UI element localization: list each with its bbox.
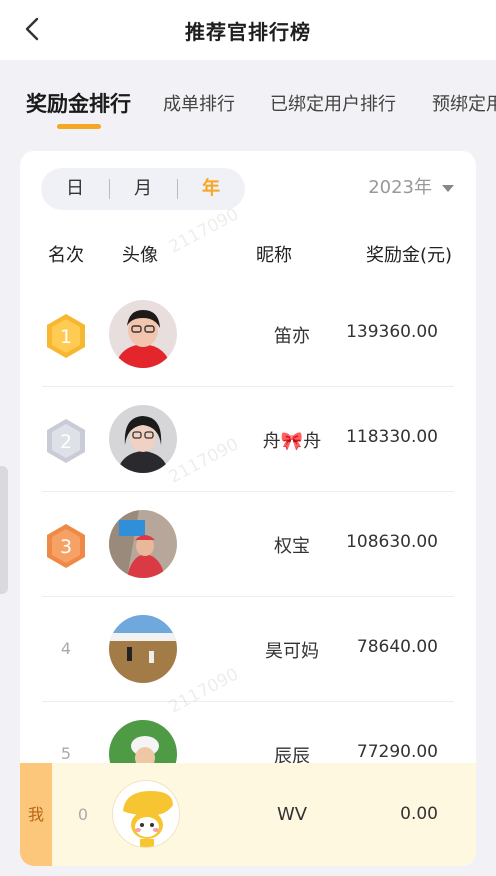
svg-text:1: 1 bbox=[60, 326, 72, 348]
period-year-option[interactable]: 年 bbox=[177, 168, 245, 210]
period-selector: 日 月 年 bbox=[41, 168, 245, 210]
period-month-option[interactable]: 月 bbox=[109, 168, 177, 210]
table-row[interactable]: 4 昊可妈 78640.00 bbox=[42, 597, 454, 702]
table-row[interactable]: 3 权宝 108630.00 bbox=[42, 492, 454, 597]
reward-amount: 118330.00 bbox=[346, 427, 438, 447]
gold-medal-icon: 1 bbox=[47, 314, 85, 358]
reward-amount: 108630.00 bbox=[346, 532, 438, 552]
reward-amount: 77290.00 bbox=[356, 742, 438, 762]
silver-medal-icon: 2 bbox=[47, 419, 85, 463]
avatar bbox=[109, 615, 177, 683]
ranking-card: 日 月 年 2023年 名次 头像 昵称 奖励金(元) 1 笛亦 139360.… bbox=[20, 151, 476, 866]
rank-number: 4 bbox=[60, 639, 72, 658]
avatar bbox=[109, 405, 177, 473]
rank-number: 5 bbox=[60, 744, 72, 763]
nickname: 笛亦 bbox=[274, 326, 310, 347]
my-reward-amount: 0.00 bbox=[400, 804, 438, 824]
table-row[interactable]: 2 舟🎀舟 118330.00 bbox=[42, 387, 454, 492]
header-rank: 名次 bbox=[48, 245, 84, 266]
my-avatar bbox=[112, 780, 180, 848]
header-avatar: 头像 bbox=[122, 245, 158, 266]
svg-text:3: 3 bbox=[60, 536, 72, 558]
nickname: 权宝 bbox=[274, 536, 310, 557]
nickname: 昊可妈 bbox=[265, 641, 319, 662]
avatar bbox=[109, 510, 177, 578]
tab-bound-users-ranking[interactable]: 已绑定用户排行 bbox=[270, 90, 396, 116]
side-drawer-handle[interactable] bbox=[0, 466, 8, 594]
year-label: 2023年 bbox=[368, 177, 432, 198]
tab-prebound-users-ranking[interactable]: 预绑定用户排行 bbox=[432, 90, 496, 116]
period-day-option[interactable]: 日 bbox=[41, 168, 109, 210]
navigation-bar: 推荐官排行榜 bbox=[0, 0, 496, 60]
me-tag: 我 bbox=[20, 763, 52, 866]
svg-text:2: 2 bbox=[60, 431, 72, 453]
reward-amount: 78640.00 bbox=[356, 637, 438, 657]
nickname: 舟🎀舟 bbox=[262, 431, 322, 452]
tab-order-ranking[interactable]: 成单排行 bbox=[163, 90, 235, 116]
header-nickname: 昵称 bbox=[256, 245, 292, 266]
avatar bbox=[109, 300, 177, 368]
year-dropdown[interactable]: 2023年 bbox=[368, 173, 454, 199]
caret-down-icon bbox=[442, 184, 454, 192]
table-header: 名次 头像 昵称 奖励金(元) bbox=[20, 241, 476, 271]
ranking-tabs: 奖励金排行 成单排行 已绑定用户排行 预绑定用户排行 bbox=[0, 60, 496, 150]
my-nickname: WV bbox=[276, 804, 308, 825]
my-rank-bar[interactable]: 我 0 WV 0.00 bbox=[20, 763, 476, 866]
active-tab-indicator bbox=[57, 124, 101, 129]
reward-amount: 139360.00 bbox=[346, 322, 438, 342]
my-rank-number: 0 bbox=[77, 805, 89, 824]
table-row[interactable]: 1 笛亦 139360.00 bbox=[42, 282, 454, 387]
header-amount: 奖励金(元) bbox=[366, 245, 453, 266]
tab-reward-ranking[interactable]: 奖励金排行 bbox=[26, 88, 131, 118]
page-title: 推荐官排行榜 bbox=[185, 20, 311, 44]
bronze-medal-icon: 3 bbox=[47, 524, 85, 568]
